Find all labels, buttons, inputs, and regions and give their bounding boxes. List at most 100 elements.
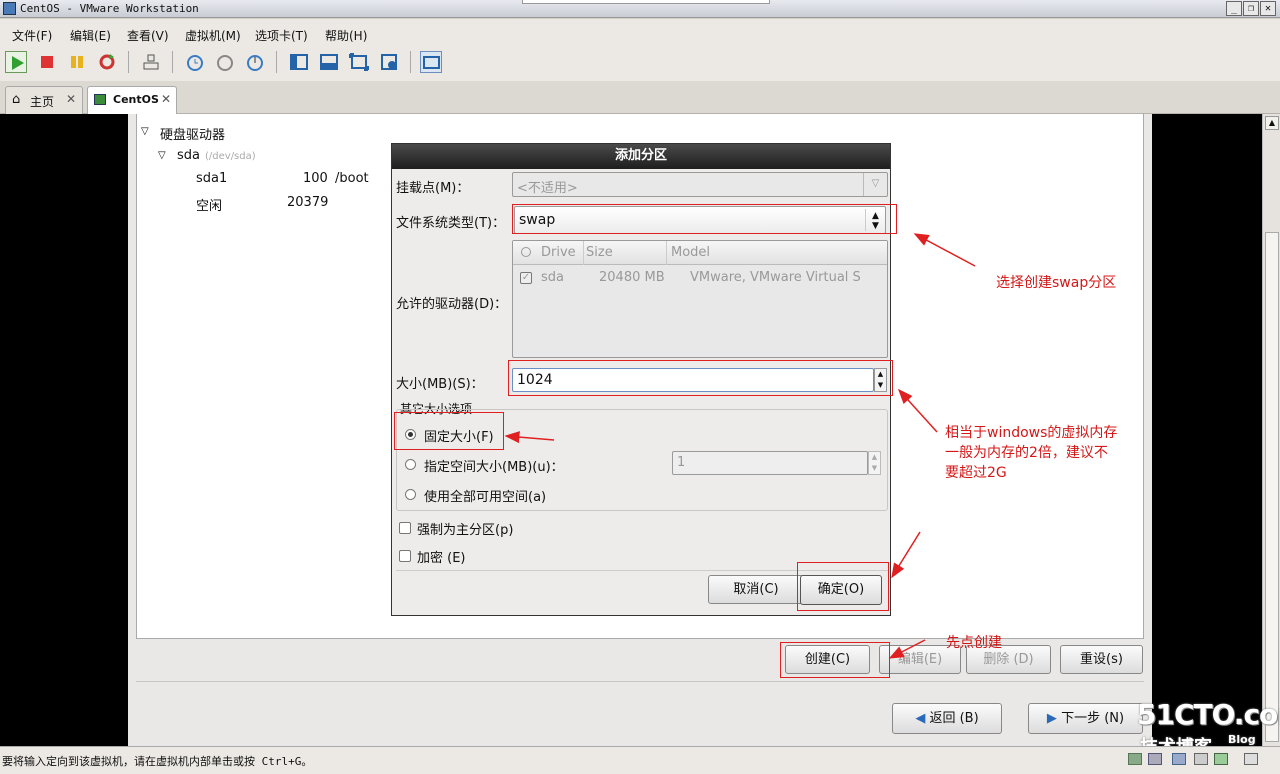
snapshot-button[interactable] [184,51,206,73]
revert-clock-icon [217,55,233,71]
allowed-drives-label: 允许的驱动器(D)： [396,297,508,312]
disk-path: (/dev/sda) [205,151,256,162]
home-icon: ⌂ [12,92,21,107]
partition-mount: /boot [335,171,369,186]
watermark-51cto: 51CTO.com [1137,698,1280,731]
arrow-left-icon: ◀ [915,711,926,726]
thumbnail-view-button[interactable] [318,51,340,73]
suspend-button[interactable] [66,51,88,73]
fill-size-label[interactable]: 使用全部可用空间(a) [424,486,546,505]
vertical-scrollbar[interactable]: ▲ [1262,114,1280,746]
upto-size-label[interactable]: 指定空间大小(MB)(u)： [424,456,564,475]
tab-centos[interactable]: CentOS ✕ [87,86,177,114]
drive-checkbox[interactable]: ✓ [520,272,532,284]
stop-icon [41,56,53,68]
reset-partitions-button[interactable]: 重设(s) [1060,645,1143,674]
highlight-fixed-size [394,412,504,450]
drive-cell: sda [541,270,564,285]
encrypt-label[interactable]: 加密 (E) [417,547,466,566]
tab-close-icon[interactable]: ✕ [161,92,171,106]
upto-size-value: 1 [677,455,686,470]
revert-snapshot-button[interactable] [214,51,236,73]
disk-name: sda [177,148,200,163]
clock-icon [187,55,203,71]
partition-size: 20379 [287,195,329,210]
fill-size-radio[interactable] [405,489,416,500]
snapshot-manager-button[interactable] [244,51,266,73]
toolbar [0,45,1280,81]
vmware-app-icon [3,2,16,15]
scrollbar-thumb[interactable] [1265,232,1279,742]
sound-icon[interactable] [1214,753,1228,765]
minimize-button[interactable]: _ [1226,1,1242,16]
drive-model-cell: VMware, VMware Virtual S [690,270,861,285]
encrypt-checkbox[interactable] [399,550,411,562]
tab-home-label: 主页 [30,95,55,109]
annotation-create-first: 先点创建 [946,635,1002,651]
drive-size-cell: 20480 MB [599,270,665,285]
divider [136,681,1144,682]
power-on-button[interactable] [5,51,27,73]
cdrom-icon[interactable] [1148,753,1162,765]
console-view-button[interactable] [420,51,442,73]
scroll-up-arrow[interactable]: ▲ [1265,116,1279,130]
annotation-size-line2: 一般为内存的2倍，建议不 [945,445,1108,461]
chevron-down-icon: ▽ [863,173,887,196]
upto-size-radio[interactable] [405,459,416,470]
network-icon [143,54,159,70]
tree-expand-icon[interactable]: ▽ [158,150,166,161]
next-label: 下一步 (N) [1061,711,1125,726]
network-button[interactable] [140,51,162,73]
upto-size-input[interactable]: 1 [672,451,868,475]
tree-expand-icon[interactable]: ▽ [141,126,149,137]
tab-centos-label: CentOS [113,93,159,106]
allowed-drives-table: Drive Size Model ✓ sda 20480 MB VMware, … [512,240,888,358]
fs-type-label: 文件系统类型(T)： [396,216,506,231]
tab-close-icon[interactable]: ✕ [66,92,76,106]
partition-name[interactable]: sda1 [196,171,227,186]
unity-icon [381,54,397,70]
sidebar-view-button[interactable] [288,51,310,73]
column-header: Model [671,245,711,260]
snapshot-manager-icon [247,55,263,71]
network-adapter-icon[interactable] [1172,753,1186,765]
back-label: 返回 (B) [929,711,979,726]
monitor-icon [423,56,440,69]
printer-icon[interactable] [1194,753,1208,765]
close-window-button[interactable]: ✕ [1260,1,1276,16]
next-button[interactable]: ▶ 下一步 (N) [1028,703,1143,734]
title-search-slot [522,0,770,4]
upto-size-stepper[interactable]: ▲ ▼ [868,451,881,475]
force-primary-label[interactable]: 强制为主分区(p) [417,519,513,538]
highlight-ok [797,562,889,611]
dialog-title: 添加分区 [392,144,890,169]
restore-button[interactable]: ❐ [1243,1,1259,16]
vm-icon [94,94,106,105]
mount-point-combo[interactable]: <不适用> ▽ [512,172,888,197]
dialog-cancel-button[interactable]: 取消(C) [708,575,804,604]
highlight-fs-type [512,204,897,234]
table-row[interactable]: ✓ sda 20480 MB VMware, VMware Virtual S [513,265,887,289]
reset-button[interactable] [96,51,118,73]
hdd-icon[interactable] [1128,753,1142,765]
status-text: 要将输入定向到该虚拟机，请在虚拟机内部单击或按 Ctrl+G。 [2,755,313,768]
force-primary-checkbox[interactable] [399,522,411,534]
tab-home[interactable]: ⌂ 主页 ✕ [5,86,83,114]
highlight-create [780,642,890,678]
menu-help[interactable]: 帮助(H) [325,27,367,44]
back-button[interactable]: ◀ 返回 (B) [892,703,1002,734]
sidebar-icon [290,54,308,70]
partition-name[interactable]: 空闲 [196,195,222,214]
menu-tabs[interactable]: 选项卡(T) [255,27,308,44]
menu-edit[interactable]: 编辑(E) [70,27,111,44]
menu-vm[interactable]: 虚拟机(M) [185,27,241,44]
fullscreen-button[interactable] [348,51,370,73]
play-icon [12,56,24,70]
tree-root-label: 硬盘驱动器 [160,128,226,143]
status-bar: 要将输入定向到该虚拟机，请在虚拟机内部单击或按 Ctrl+G。 [0,746,1280,774]
message-icon[interactable] [1244,753,1258,765]
power-off-button[interactable] [36,51,58,73]
menu-view[interactable]: 查看(V) [127,27,169,44]
unity-button[interactable] [378,51,400,73]
menu-file[interactable]: 文件(F) [12,27,52,44]
